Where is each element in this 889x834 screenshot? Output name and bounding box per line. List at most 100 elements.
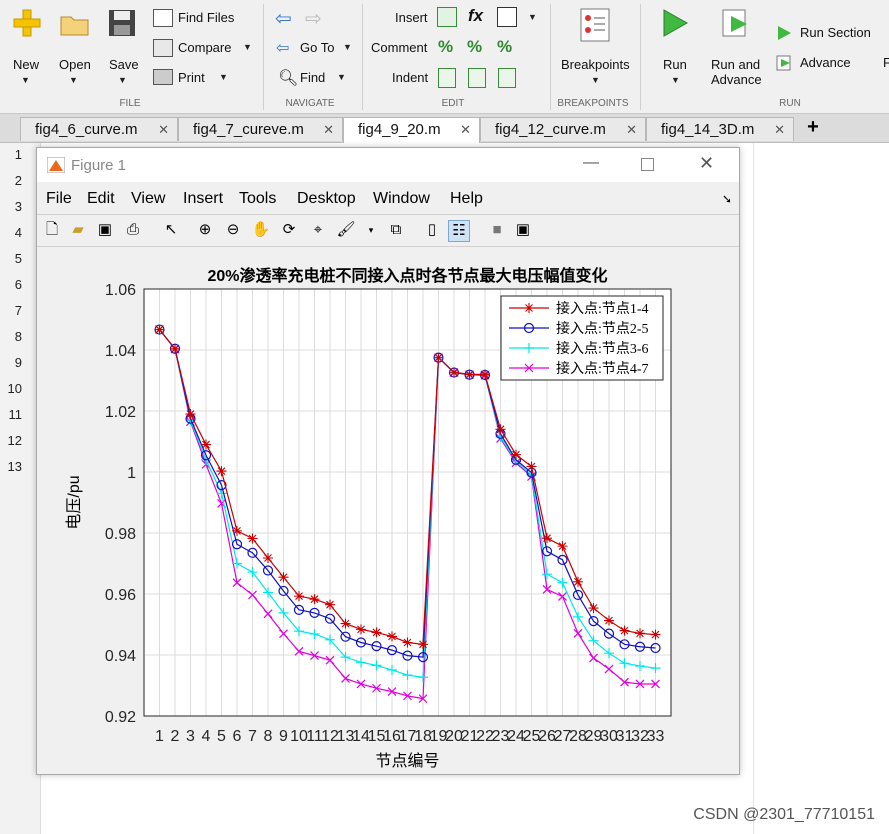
run-dropdown-icon[interactable]: ▼ xyxy=(671,75,680,85)
data-point-marker xyxy=(524,303,534,313)
data-point-marker xyxy=(294,591,304,602)
print-button[interactable]: Print xyxy=(178,70,205,85)
x-tick-label: 4 xyxy=(202,728,211,745)
go-to-dropdown-icon[interactable]: ▼ xyxy=(343,42,352,52)
line-number: 10 xyxy=(7,381,22,396)
divider xyxy=(362,4,363,110)
indent-icon[interactable] xyxy=(468,68,486,88)
breakpoints-section-label: BREAKPOINTS xyxy=(557,98,629,109)
tab-label: fig4_14_3D.m xyxy=(661,121,755,138)
y-axis-label: 电压/pu xyxy=(65,475,83,529)
x-tick-label: 7 xyxy=(248,728,257,745)
add-tab-button[interactable]: + xyxy=(800,116,826,139)
go-to-icon: ⇦ xyxy=(276,40,290,57)
x-tick-label: 2 xyxy=(171,728,180,745)
data-point-marker xyxy=(573,576,583,587)
data-point-marker xyxy=(170,343,180,354)
close-icon[interactable]: ✕ xyxy=(626,118,637,142)
line-number: 6 xyxy=(14,277,22,292)
breakpoints-button[interactable]: Breakpoints xyxy=(561,57,630,72)
file-section-label: FILE xyxy=(119,98,141,109)
tab-fig4-14-3d[interactable]: fig4_14_3D.m ✕ xyxy=(646,117,794,141)
new-icon xyxy=(13,9,41,37)
tab-fig4-12-curve[interactable]: fig4_12_curve.m ✕ xyxy=(480,117,646,141)
plot-axes[interactable]: 0.920.940.960.9811.021.041.061 2 3 4 5 6 7 8 9 10… xyxy=(37,148,739,774)
run-and-time-button[interactable]: F xyxy=(883,55,889,70)
watermark-text: CSDN @2301_77710151 xyxy=(693,806,875,823)
new-button[interactable]: New xyxy=(13,57,39,72)
run-advance-icon xyxy=(722,9,747,37)
data-point-marker xyxy=(154,324,165,335)
insert-button[interactable]: Insert xyxy=(395,10,428,25)
line-number: 11 xyxy=(8,407,23,422)
line-number: 9 xyxy=(14,355,22,370)
save-button[interactable]: Save xyxy=(109,57,139,72)
insert-dropdown-icon[interactable]: ▼ xyxy=(528,12,537,22)
tab-label: fig4_7_cureve.m xyxy=(193,121,304,138)
print-icon xyxy=(153,69,173,85)
y-tick-label: 0.92 xyxy=(105,709,136,726)
figure-window[interactable]: Figure 1 — ✕ File Edit View Insert Tools… xyxy=(36,147,740,775)
close-icon[interactable]: ✕ xyxy=(323,118,334,142)
y-tick-label: 0.98 xyxy=(105,526,136,543)
x-axis-label: 节点编号 xyxy=(375,752,439,770)
indent-button[interactable]: Indent xyxy=(392,70,428,85)
find-dropdown-icon[interactable]: ▼ xyxy=(337,72,346,82)
data-point-marker xyxy=(402,637,413,648)
data-point-marker xyxy=(511,449,521,460)
navigate-section-label: NAVIGATE xyxy=(285,98,335,109)
close-icon[interactable]: ✕ xyxy=(774,118,785,142)
tab-fig4-9-20[interactable]: fig4_9_20.m ✕ xyxy=(343,117,480,143)
run-section-button[interactable]: Run Section xyxy=(800,25,871,40)
open-folder-icon xyxy=(60,16,89,36)
data-point-marker xyxy=(356,624,366,635)
uncomment-icon[interactable]: % xyxy=(467,37,482,57)
data-point-marker xyxy=(495,424,506,435)
legend-entry-label: 接入点:节点3-6 xyxy=(556,340,649,357)
print-dropdown-icon[interactable]: ▼ xyxy=(219,72,228,82)
smart-indent-icon[interactable] xyxy=(438,68,456,88)
line-number: 8 xyxy=(14,329,22,344)
save-dropdown-icon[interactable]: ▼ xyxy=(118,75,127,85)
comment-percent-icon[interactable]: % xyxy=(438,37,453,57)
open-dropdown-icon[interactable]: ▼ xyxy=(69,75,78,85)
wrap-comments-icon[interactable]: % xyxy=(497,37,512,57)
function-browser-icon[interactable] xyxy=(497,7,517,27)
edit-section-label: EDIT xyxy=(441,98,465,109)
open-button[interactable]: Open xyxy=(59,57,91,72)
divider xyxy=(263,4,264,110)
breakpoints-dropdown-icon[interactable]: ▼ xyxy=(591,75,600,85)
data-point-marker xyxy=(232,525,242,536)
close-icon[interactable]: ✕ xyxy=(460,118,471,142)
data-point-marker xyxy=(216,466,227,477)
forward-arrow-icon: ⇨ xyxy=(305,8,322,30)
editor-right-margin xyxy=(753,143,754,834)
outdent-icon[interactable] xyxy=(498,68,516,88)
find-files-icon xyxy=(153,9,173,27)
insert-section-icon[interactable] xyxy=(437,7,457,27)
editor-tab-bar: fig4_6_curve.m ✕ fig4_7_cureve.m ✕ fig4_9_… xyxy=(0,114,889,143)
fx-icon[interactable]: fx xyxy=(468,6,483,26)
advance-button[interactable]: Advance xyxy=(800,55,851,70)
data-point-marker xyxy=(418,639,428,650)
legend[interactable]: 接入点:节点1-4 接入点:节点2-5 接入点:节点3-6 接入点:节点4-7 xyxy=(500,295,664,381)
tab-label: fig4_9_20.m xyxy=(358,121,441,138)
back-arrow-icon[interactable]: ⇦ xyxy=(275,6,292,31)
data-point-marker xyxy=(557,541,568,552)
new-dropdown-icon[interactable]: ▼ xyxy=(21,75,30,85)
go-to-button[interactable]: Go To xyxy=(300,40,334,55)
find-button[interactable]: Find xyxy=(300,70,325,85)
tab-fig4-7-cureve[interactable]: fig4_7_cureve.m ✕ xyxy=(178,117,343,141)
legend-entry-label: 接入点:节点2-5 xyxy=(556,320,649,337)
compare-dropdown-icon[interactable]: ▼ xyxy=(243,42,252,52)
x-tick-label: 3 xyxy=(186,728,195,745)
run-and-advance-button[interactable]: Run and Advance xyxy=(711,57,763,87)
divider xyxy=(550,4,551,110)
compare-button[interactable]: Compare xyxy=(178,40,231,55)
advance-icon xyxy=(776,55,791,71)
run-button[interactable]: Run xyxy=(663,57,687,72)
comment-button[interactable]: Comment xyxy=(371,40,427,55)
find-files-button[interactable]: Find Files xyxy=(178,10,234,25)
tab-fig4-6-curve[interactable]: fig4_6_curve.m ✕ xyxy=(20,117,178,141)
close-icon[interactable]: ✕ xyxy=(158,118,169,142)
